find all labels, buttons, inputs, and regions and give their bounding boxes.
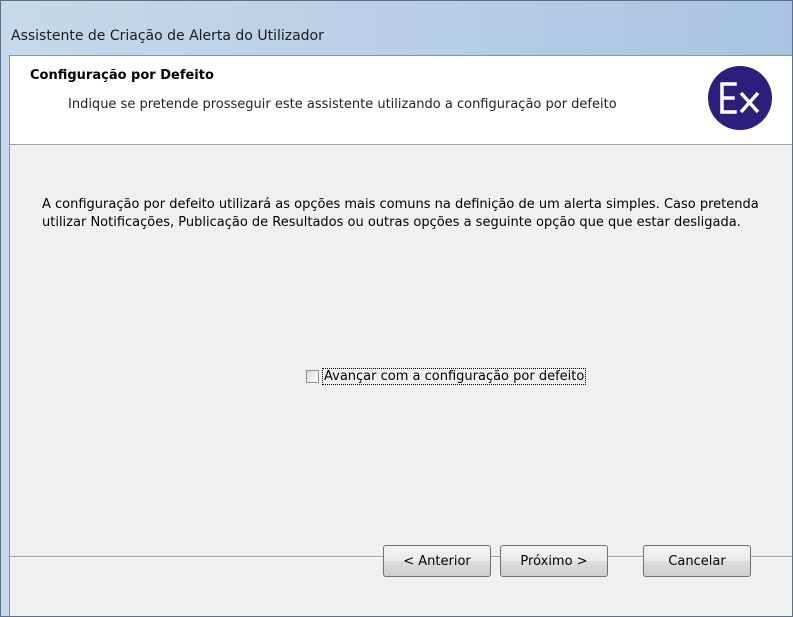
description-text: A configuração por defeito utilizará as … xyxy=(42,197,759,230)
previous-button-label: < Anterior xyxy=(403,553,471,569)
cancel-button-label: Cancelar xyxy=(668,553,726,569)
step-title: Configuração por Defeito xyxy=(30,68,214,83)
next-button-label: Próximo > xyxy=(520,553,588,569)
window-title: Assistente de Criação de Alerta do Utili… xyxy=(11,28,324,44)
default-config-label[interactable]: Avançar com a configuração por defeito xyxy=(321,368,587,385)
cancel-button[interactable]: Cancelar xyxy=(643,545,751,577)
next-button[interactable]: Próximo > xyxy=(500,545,608,577)
ex-logo-icon xyxy=(708,66,772,130)
wizard-window: Assistente de Criação de Alerta do Utili… xyxy=(0,0,793,617)
previous-button[interactable]: < Anterior xyxy=(383,545,491,577)
step-subtitle: Indique se pretende prosseguir este assi… xyxy=(68,97,617,112)
ex-logo-glyph xyxy=(720,82,760,114)
default-config-option[interactable]: Avançar com a configuração por defeito xyxy=(306,368,587,385)
wizard-header: Configuração por Defeito Indique se pret… xyxy=(10,56,792,145)
wizard-client-area: Configuração por Defeito Indique se pret… xyxy=(9,55,792,616)
default-config-checkbox[interactable] xyxy=(306,370,319,383)
